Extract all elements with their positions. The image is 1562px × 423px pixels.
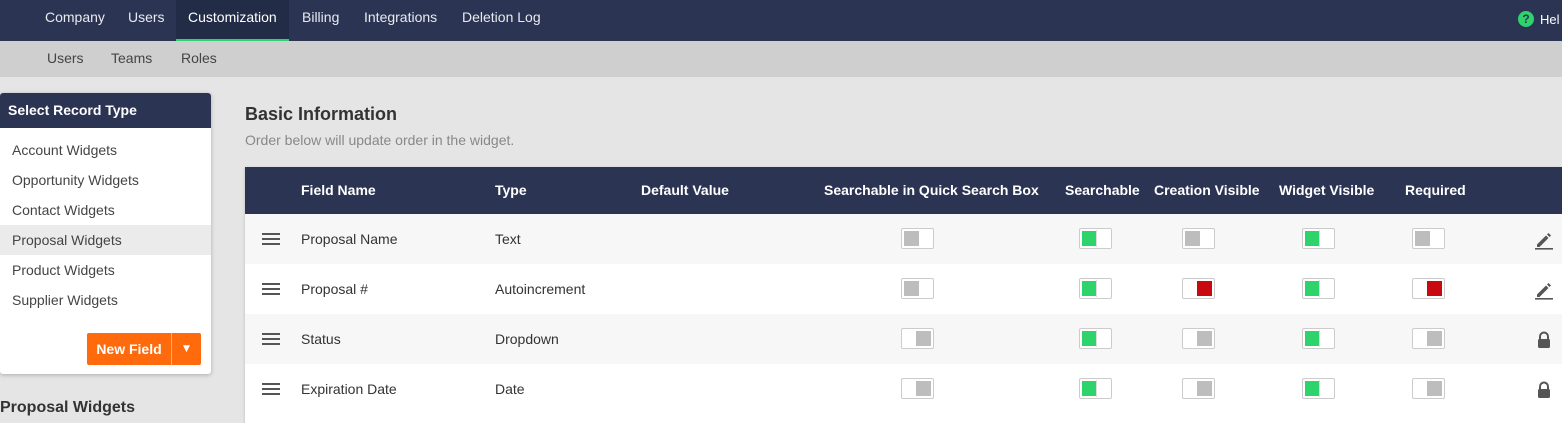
help-link[interactable]: ? Hel <box>1518 10 1560 28</box>
tab-company[interactable]: Company <box>45 0 105 41</box>
field-name-cell: Proposal Name <box>301 231 398 247</box>
creation-toggle[interactable] <box>1182 278 1215 299</box>
subtab-roles[interactable]: Roles <box>181 41 217 75</box>
creation-toggle[interactable] <box>1182 228 1215 249</box>
record-type-supplier-widgets[interactable]: Supplier Widgets <box>0 285 211 315</box>
quick-toggle[interactable] <box>901 278 934 299</box>
record-type-product-widgets[interactable]: Product Widgets <box>0 255 211 285</box>
record-type-account-widgets[interactable]: Account Widgets <box>0 135 211 165</box>
lock-icon <box>1534 380 1554 400</box>
searchable-toggle[interactable] <box>1079 278 1112 299</box>
subtab-users[interactable]: Users <box>47 41 84 75</box>
record-type-list: Account Widgets Opportunity Widgets Cont… <box>0 128 211 315</box>
record-type-opportunity-widgets[interactable]: Opportunity Widgets <box>0 165 211 195</box>
tab-billing[interactable]: Billing <box>302 0 339 41</box>
field-type-cell: Dropdown <box>495 331 559 347</box>
pencil-icon[interactable] <box>1534 280 1554 300</box>
drag-handle-icon[interactable] <box>262 333 280 346</box>
drag-handle-icon[interactable] <box>262 383 280 396</box>
page-subtitle: Order below will update order in the wid… <box>245 132 515 148</box>
table-row: Status Dropdown <box>245 314 1562 364</box>
field-type-cell: Text <box>495 231 521 247</box>
record-type-proposal-widgets[interactable]: Proposal Widgets <box>0 225 211 255</box>
quick-toggle[interactable] <box>901 378 934 399</box>
new-field-button-group: New Field ▼ <box>87 333 201 365</box>
caret-down-icon: ▼ <box>183 344 190 354</box>
tab-integrations[interactable]: Integrations <box>364 0 437 41</box>
creation-toggle[interactable] <box>1182 328 1215 349</box>
required-toggle[interactable] <box>1412 278 1445 299</box>
record-type-panel: Select Record Type Account Widgets Oppor… <box>0 93 211 374</box>
widget-toggle[interactable] <box>1302 328 1335 349</box>
header-quick-search[interactable]: Searchable in Quick Search Box <box>824 167 1039 214</box>
header-widget-visible[interactable]: Widget Visible <box>1279 167 1374 214</box>
table-row: Expiration Date Date <box>245 364 1562 414</box>
field-name-cell: Status <box>301 331 341 347</box>
record-type-contact-widgets[interactable]: Contact Widgets <box>0 195 211 225</box>
drag-handle-icon[interactable] <box>262 233 280 246</box>
header-type[interactable]: Type <box>495 167 527 214</box>
required-toggle[interactable] <box>1412 378 1445 399</box>
widget-toggle[interactable] <box>1302 378 1335 399</box>
sub-nav: Users Teams Roles <box>0 41 1562 77</box>
quick-toggle[interactable] <box>901 228 934 249</box>
lock-icon <box>1534 330 1554 350</box>
header-required[interactable]: Required <box>1405 167 1466 214</box>
searchable-toggle[interactable] <box>1079 328 1112 349</box>
searchable-toggle[interactable] <box>1079 228 1112 249</box>
widget-toggle[interactable] <box>1302 228 1335 249</box>
help-label: Hel <box>1540 11 1560 27</box>
table-header: Field Name Type Default Value Searchable… <box>245 167 1562 214</box>
field-name-cell: Proposal # <box>301 281 368 297</box>
header-field-name[interactable]: Field Name <box>301 167 376 214</box>
subtab-teams[interactable]: Teams <box>111 41 152 75</box>
header-searchable[interactable]: Searchable <box>1065 167 1140 214</box>
required-toggle[interactable] <box>1412 328 1445 349</box>
drag-handle-icon[interactable] <box>262 283 280 296</box>
tab-users[interactable]: Users <box>128 0 165 41</box>
top-nav: Company Users Customization Billing Inte… <box>0 0 1562 41</box>
tab-customization[interactable]: Customization <box>176 0 289 41</box>
searchable-toggle[interactable] <box>1079 378 1112 399</box>
question-circle-icon: ? <box>1518 11 1534 27</box>
new-field-button[interactable]: New Field <box>87 333 171 365</box>
field-name-cell: Expiration Date <box>301 381 397 397</box>
fields-table: Field Name Type Default Value Searchable… <box>245 167 1562 423</box>
required-toggle[interactable] <box>1412 228 1445 249</box>
page-title: Basic Information <box>245 104 398 124</box>
tab-deletion-log[interactable]: Deletion Log <box>462 0 541 41</box>
table-row: Proposal Name Text <box>245 214 1562 264</box>
record-type-title: Select Record Type <box>0 93 211 128</box>
field-type-cell: Date <box>495 381 525 397</box>
section-label: Proposal Widgets <box>0 399 135 416</box>
table-row: Proposal # Autoincrement <box>245 264 1562 314</box>
quick-toggle[interactable] <box>901 328 934 349</box>
new-field-dropdown-toggle[interactable]: ▼ <box>171 333 201 365</box>
header-creation-visible[interactable]: Creation Visible <box>1154 167 1260 214</box>
header-default-value[interactable]: Default Value <box>641 167 729 214</box>
creation-toggle[interactable] <box>1182 378 1215 399</box>
field-type-cell: Autoincrement <box>495 281 586 297</box>
widget-toggle[interactable] <box>1302 278 1335 299</box>
pencil-icon[interactable] <box>1534 230 1554 250</box>
